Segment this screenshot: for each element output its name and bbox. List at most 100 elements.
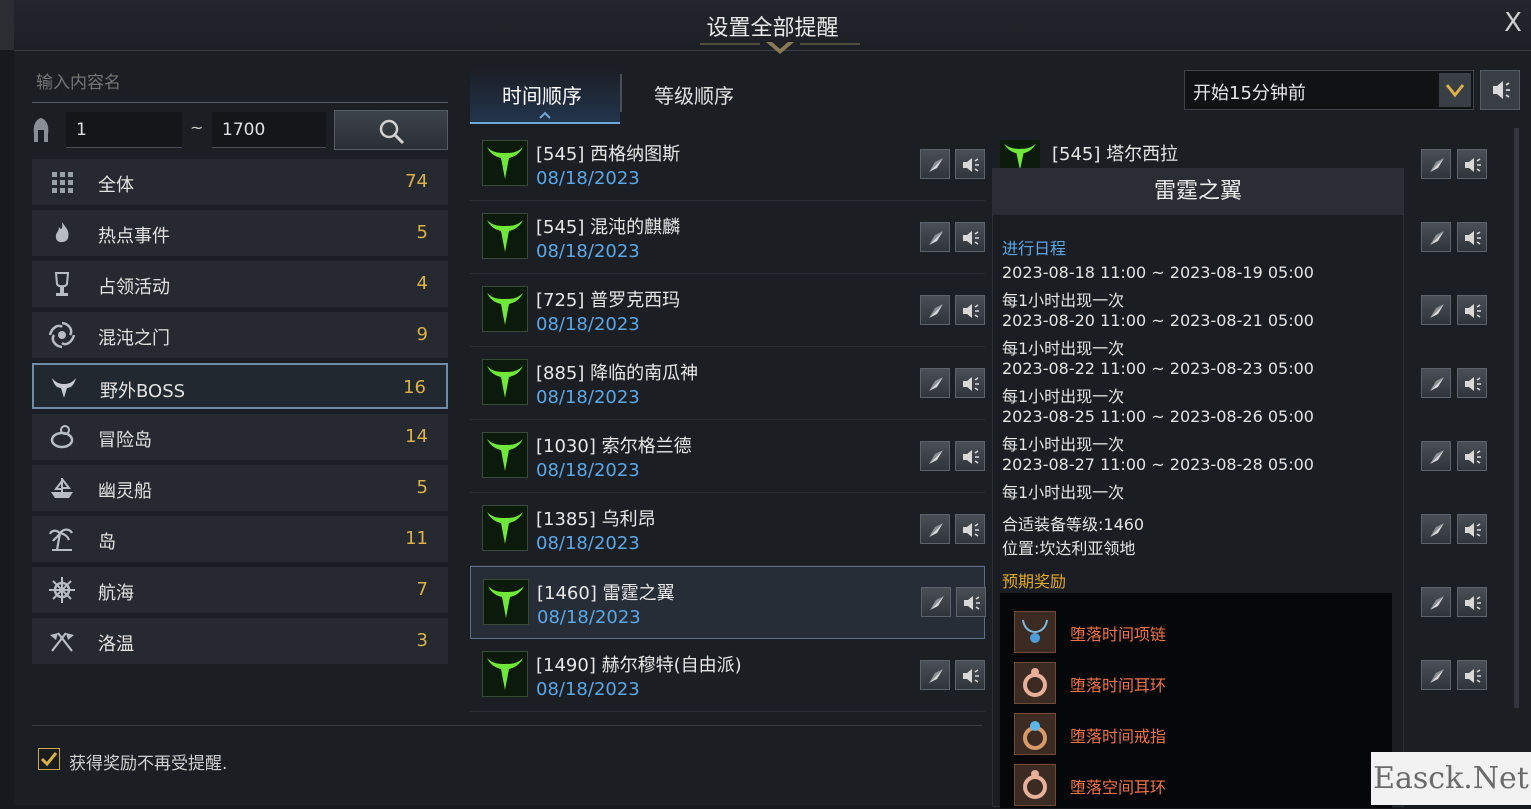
category-hot-events[interactable]: 热点事件 5 [32, 210, 448, 256]
reward-item[interactable]: 堕落时间戒指 [1014, 713, 1364, 757]
list-item[interactable]: [885] 降临的南瓜神 08/18/2023 [470, 347, 985, 420]
list-item-selected[interactable]: [1460] 雷霆之翼 08/18/2023 [470, 566, 986, 639]
alarm-button[interactable] [956, 587, 986, 617]
crossed-flags-icon [50, 632, 74, 652]
list-item[interactable]: [1385] 乌利昂 08/18/2023 [470, 493, 985, 566]
locate-button[interactable] [1421, 222, 1451, 252]
list-item[interactable]: [725] 普罗克西玛 08/18/2023 [470, 274, 985, 347]
category-label: 野外BOSS [100, 381, 186, 402]
search-input[interactable] [32, 64, 438, 102]
category-chaos-gate[interactable]: 混沌之门 9 [32, 312, 448, 358]
category-count: 5 [416, 477, 428, 498]
locate-button[interactable] [1421, 587, 1451, 617]
list-item[interactable]: [545] 西格纳图斯 08/18/2023 [470, 128, 985, 201]
category-occupation[interactable]: 占领活动 4 [32, 261, 448, 307]
schedule-frequency: 每1小时出现一次 [1002, 483, 1125, 502]
alarm-button[interactable] [955, 660, 985, 690]
locate-button[interactable] [1421, 660, 1451, 690]
locate-button[interactable] [920, 149, 950, 179]
schedule-range: 2023-08-25 11:00 ~ 2023-08-26 05:00 [1002, 407, 1314, 426]
list-item[interactable]: [1490] 赫尔穆特(自由派) 08/18/2023 [470, 639, 985, 712]
event-detail-tooltip: 雷霆之翼 进行日程 2023-08-18 11:00 ~ 2023-08-19 … [992, 168, 1404, 808]
locate-button[interactable] [920, 222, 950, 252]
alarm-button[interactable] [1457, 295, 1487, 325]
speaker-icon [963, 450, 979, 464]
locate-button[interactable] [1421, 295, 1451, 325]
alarm-button[interactable] [1457, 368, 1487, 398]
category-count: 4 [416, 273, 428, 294]
alarm-button[interactable] [1457, 149, 1487, 179]
compass-needle-icon [1430, 304, 1444, 318]
locate-button[interactable] [1421, 149, 1451, 179]
category-adventure-island[interactable]: 冒险岛 14 [32, 414, 448, 460]
locate-button[interactable] [920, 514, 950, 544]
locate-button[interactable] [920, 441, 950, 471]
alarm-button[interactable] [1457, 222, 1487, 252]
list-item[interactable]: [545] 混沌的麒麟 08/18/2023 [470, 201, 985, 274]
locate-button[interactable] [921, 587, 951, 617]
alarm-button[interactable] [1457, 660, 1487, 690]
speaker-icon [963, 231, 979, 245]
reward-name: 堕落时间项链 [1070, 625, 1167, 644]
alarm-button[interactable] [1457, 441, 1487, 471]
locate-button[interactable] [1421, 441, 1451, 471]
locate-button[interactable] [920, 660, 950, 690]
reward-item[interactable]: 堕落空间耳环 [1014, 764, 1364, 808]
event-date: 08/18/2023 [536, 460, 640, 481]
alarm-all-button[interactable] [1480, 70, 1520, 110]
speaker-icon [1465, 450, 1481, 464]
watermark: Easck.Net [1371, 752, 1531, 805]
title-ornament [700, 42, 860, 54]
reward-item[interactable]: 堕落时间项链 [1014, 611, 1364, 655]
reward-item[interactable]: 堕落时间耳环 [1014, 662, 1364, 706]
alarm-button[interactable] [955, 295, 985, 325]
level-max-input[interactable]: 1700 [212, 112, 326, 148]
reminder-window: 设置全部提醒 X 1 ~ 1700 全体 74 [14, 0, 1531, 808]
locate-button[interactable] [1421, 514, 1451, 544]
category-island[interactable]: 岛 11 [32, 516, 448, 562]
alarm-button[interactable] [955, 441, 985, 471]
category-voyage[interactable]: 航海 7 [32, 567, 448, 613]
alarm-button[interactable] [1457, 514, 1487, 544]
category-count: 14 [405, 426, 428, 447]
category-field-boss[interactable]: 野外BOSS 16 [32, 363, 448, 409]
alarm-button[interactable] [1457, 587, 1487, 617]
search-input-box[interactable] [32, 64, 448, 103]
alarm-button[interactable] [955, 514, 985, 544]
compass-needle-icon [1430, 158, 1444, 172]
alarm-time-select[interactable]: 开始15分钟前 [1184, 70, 1474, 110]
tab-time-order[interactable]: 时间顺序 [502, 80, 582, 109]
range-separator: ~ [190, 118, 204, 137]
category-label: 冒险岛 [98, 430, 152, 451]
boss-icon [487, 366, 523, 398]
locate-button[interactable] [920, 368, 950, 398]
schedule-range: 2023-08-18 11:00 ~ 2023-08-19 05:00 [1002, 263, 1314, 282]
tab-level-order[interactable]: 等级顺序 [654, 80, 734, 109]
locate-button[interactable] [1421, 368, 1451, 398]
category-ghost-ship[interactable]: 幽灵船 5 [32, 465, 448, 511]
schedule-frequency: 每1小时出现一次 [1002, 339, 1125, 358]
alarm-button[interactable] [955, 368, 985, 398]
vortex-icon [48, 321, 76, 349]
event-date: 08/18/2023 [536, 241, 640, 262]
alarm-button[interactable] [955, 222, 985, 252]
level-min-input[interactable]: 1 [66, 112, 182, 148]
boss-icon [488, 586, 524, 618]
category-rowen[interactable]: 洛温 3 [32, 618, 448, 664]
alarm-button[interactable] [955, 149, 985, 179]
close-button[interactable]: X [1499, 8, 1527, 38]
scrollbar[interactable] [1514, 128, 1519, 708]
locate-button[interactable] [920, 295, 950, 325]
boss-portrait [483, 579, 529, 625]
ship-wheel-icon [49, 577, 75, 603]
boss-portrait [482, 505, 528, 551]
speaker-icon [1465, 231, 1481, 245]
level-helmet-icon [33, 118, 49, 142]
search-button[interactable] [334, 110, 448, 150]
category-label: 热点事件 [98, 226, 170, 247]
category-all[interactable]: 全体 74 [32, 159, 448, 205]
select-arrow[interactable] [1439, 73, 1471, 107]
no-reminder-checkbox[interactable] [38, 748, 60, 770]
category-count: 5 [416, 222, 428, 243]
list-item[interactable]: [1030] 索尔格兰德 08/18/2023 [470, 420, 985, 493]
